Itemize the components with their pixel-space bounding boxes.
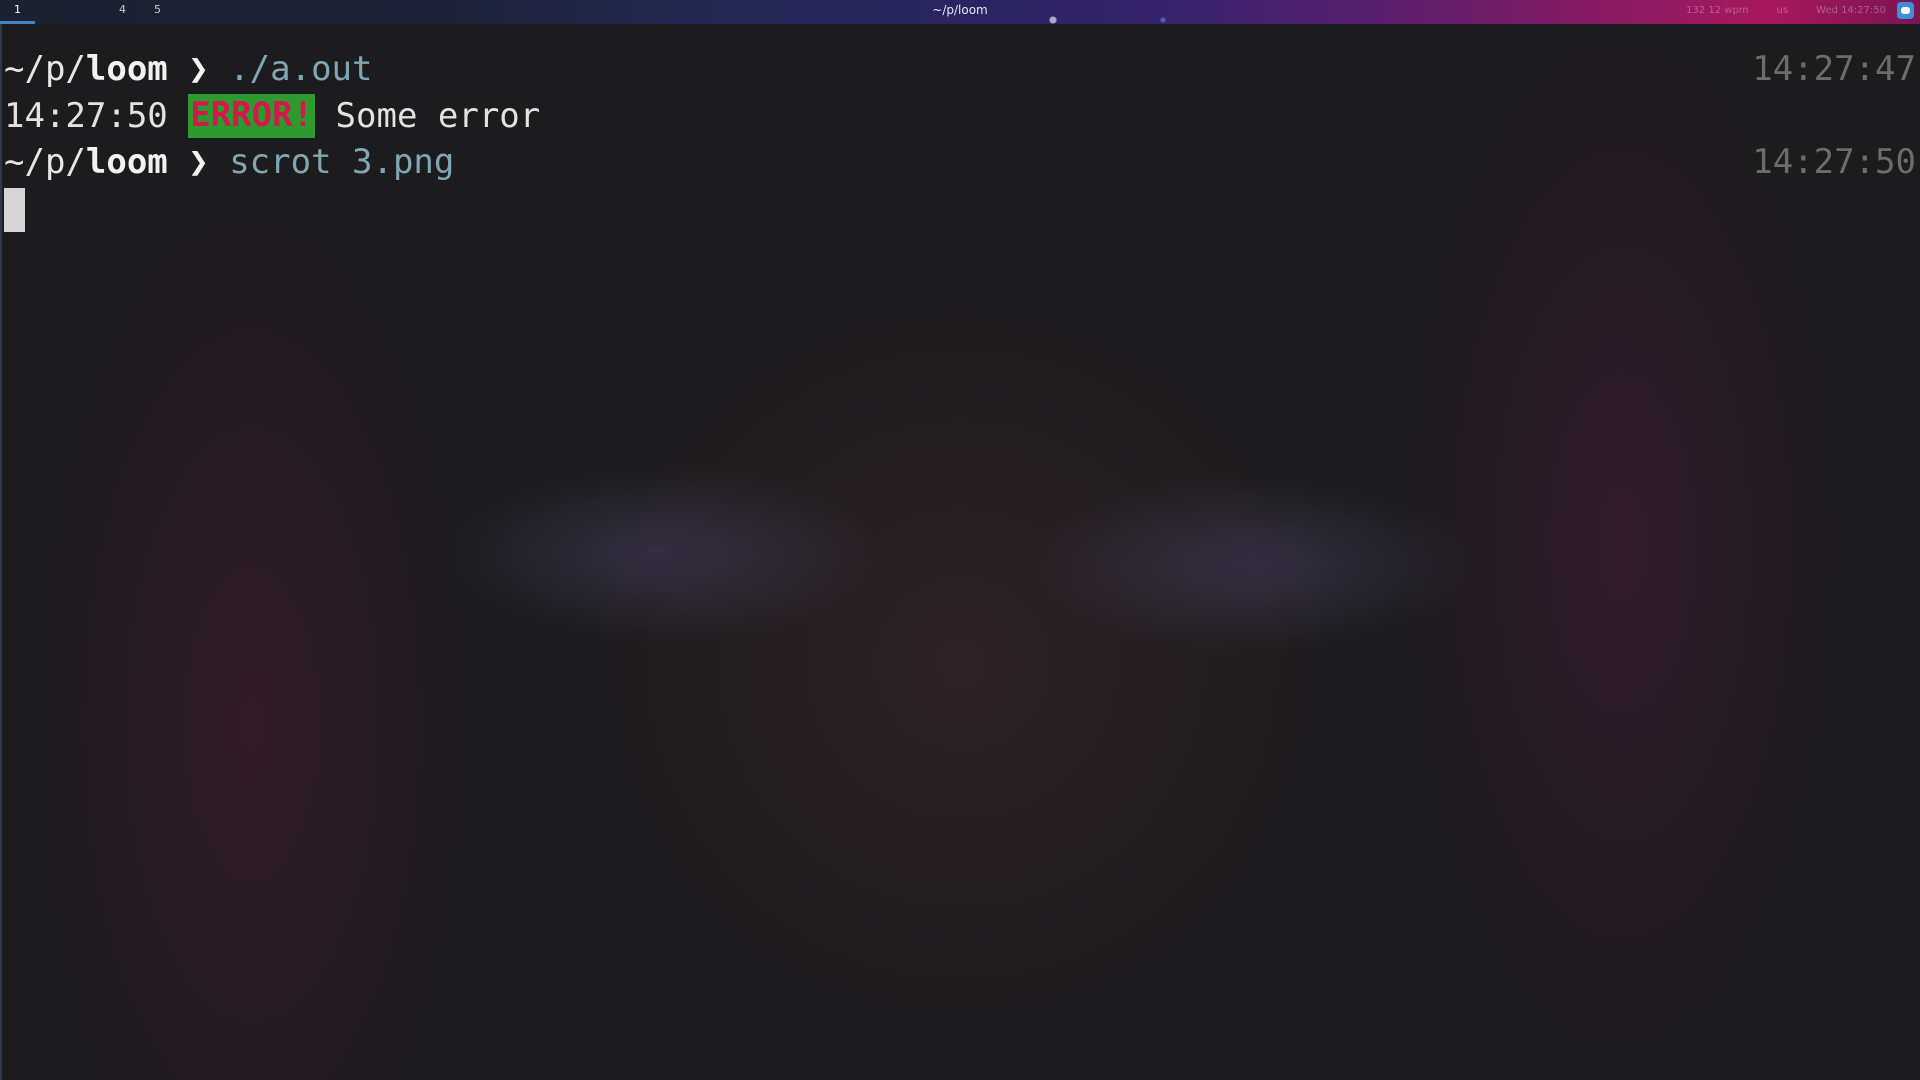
command-timestamp: 14:27:50 [1752,142,1916,182]
workspace-3[interactable] [70,0,105,24]
prompt-dir: loom [85,142,168,182]
workspace-1[interactable]: 1 [0,0,35,24]
log-time: 14:27:50 [4,96,189,136]
prompt-dir: loom [85,49,168,89]
terminal-window[interactable]: ~/p/loom ❯ ./a.out 14:27:47 14:27:50 ERR… [0,24,1920,1080]
status-clock: Wed 14:27:50 [1816,4,1886,16]
command-timestamp: 14:27:47 [1752,49,1916,89]
prompt-arrow-icon: ❯ [167,49,230,89]
terminal-line-command: ~/p/loom ❯ ./a.out [4,46,373,92]
command-text: ./a.out [229,49,373,89]
log-message: Some error [315,96,541,136]
workspace-4[interactable]: 4 [105,0,140,24]
desktop: 1 4 5 ~/p/loom 132 12 wpm us Wed 14:27:5… [0,0,1920,1080]
terminal-cursor[interactable] [4,188,25,232]
window-title: ~/p/loom [932,3,988,17]
workspace-list: 1 4 5 [0,0,175,24]
command-text: scrot 3.png [229,142,455,182]
status-keyboard-layout[interactable]: us [1777,5,1789,16]
top-bar: 1 4 5 ~/p/loom 132 12 wpm us Wed 14:27:5… [0,0,1920,24]
discord-icon[interactable] [1897,2,1914,19]
workspace-5[interactable]: 5 [140,0,175,24]
workspace-2[interactable] [35,0,70,24]
prompt-path: ~/p/ [4,142,86,182]
prompt-path: ~/p/ [4,49,86,89]
prompt-arrow-icon: ❯ [167,142,230,182]
terminal-line-output: 14:27:50 ERROR! Some error [4,93,540,139]
terminal-line-command: ~/p/loom ❯ scrot 3.png [4,139,454,185]
error-badge: ERROR! [188,94,316,138]
status-area: 132 12 wpm us Wed 14:27:50 [1686,0,1886,20]
status-typing-speed: 132 12 wpm [1686,4,1749,16]
